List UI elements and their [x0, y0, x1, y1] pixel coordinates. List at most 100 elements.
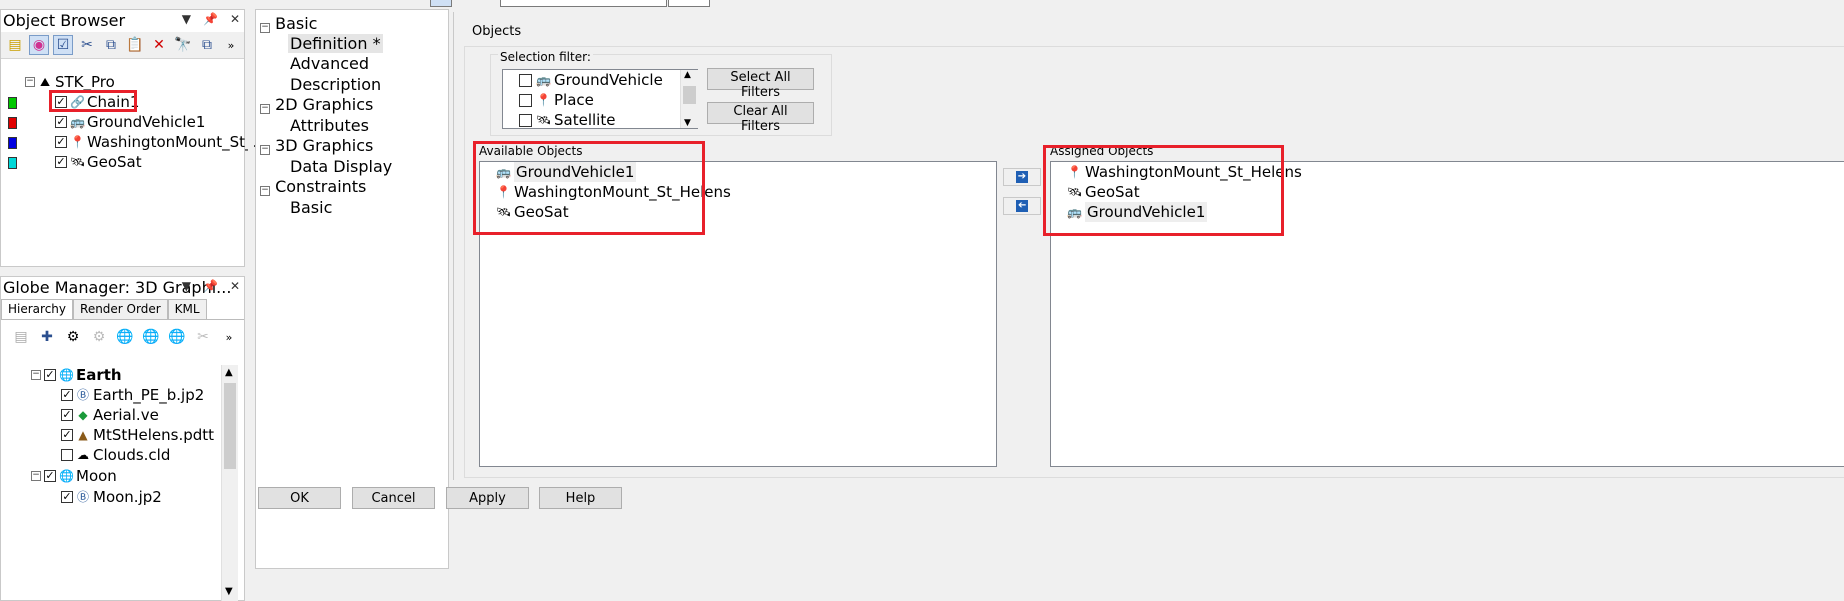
- checkbox[interactable]: ✓: [61, 491, 73, 503]
- checkbox[interactable]: ✓: [61, 429, 73, 441]
- dropdown-icon[interactable]: ▼: [182, 279, 191, 293]
- tab-render-order[interactable]: Render Order: [73, 299, 168, 319]
- scroll-thumb[interactable]: [224, 383, 236, 469]
- tree-item-earth[interactable]: − ✓ 🌐 Earth: [31, 365, 122, 385]
- available-objects-list[interactable]: 🚌 GroundVehicle1 📍 WashingtonMount_St_He…: [479, 161, 997, 467]
- checkbox[interactable]: ✓: [55, 96, 67, 108]
- scroll-thumb[interactable]: [683, 86, 696, 104]
- pin-icon[interactable]: 📌: [203, 12, 218, 26]
- tree-node-description[interactable]: Description: [290, 75, 381, 95]
- properties-icon[interactable]: ⧉: [197, 35, 217, 55]
- filter-item-satellite[interactable]: 🛰 Satellite: [519, 110, 615, 130]
- globe-add-icon[interactable]: 🌐: [167, 327, 187, 347]
- tab-hierarchy[interactable]: Hierarchy: [1, 299, 74, 319]
- select-all-filters-button[interactable]: Select All Filters: [707, 68, 814, 100]
- filter-scrollbar[interactable]: ▲ ▼: [680, 70, 698, 128]
- scroll-up-icon[interactable]: ▲: [684, 70, 691, 80]
- checkbox[interactable]: [61, 449, 73, 461]
- check-icon[interactable]: ☑: [53, 35, 73, 55]
- add-globe-icon[interactable]: 🌐: [115, 327, 135, 347]
- ok-button[interactable]: OK: [258, 487, 341, 509]
- help-button[interactable]: Help: [539, 487, 622, 509]
- globe-layers-icon[interactable]: 🌐: [141, 327, 161, 347]
- tree-item-groundvehicle1[interactable]: ✓ 🚌 GroundVehicle1: [55, 112, 205, 132]
- collapse-icon[interactable]: −: [31, 370, 41, 380]
- tree-node-attributes[interactable]: Attributes: [290, 116, 369, 136]
- checkbox[interactable]: [519, 73, 532, 87]
- tree-node-3d-graphics[interactable]: − 3D Graphics: [260, 136, 373, 156]
- collapse-icon[interactable]: −: [25, 77, 35, 87]
- tree-node-data-display[interactable]: Data Display: [290, 157, 392, 177]
- assigned-objects-list[interactable]: 📍 WashingtonMount_St_Helens 🛰 GeoSat 🚌 G…: [1050, 161, 1844, 467]
- scrollbar[interactable]: ▲ ▼: [221, 365, 238, 601]
- assign-button[interactable]: ➔: [1003, 168, 1041, 186]
- list-item[interactable]: 📍 WashingtonMount_St_Helens: [496, 182, 731, 202]
- tab-kml[interactable]: KML: [167, 299, 207, 319]
- new-object-icon[interactable]: ▤: [5, 35, 25, 55]
- checkbox[interactable]: ✓: [55, 156, 67, 168]
- tree-item-mtsthelens[interactable]: ✓ ▲ MtStHelens.pdtt: [61, 425, 214, 445]
- dropdown-icon[interactable]: ▼: [182, 12, 191, 26]
- checkbox[interactable]: ✓: [44, 369, 56, 381]
- tree-node-advanced[interactable]: Advanced: [290, 54, 369, 74]
- tree-node-2d-graphics[interactable]: − 2D Graphics: [260, 95, 373, 115]
- add-layer-icon[interactable]: ✚: [37, 327, 57, 347]
- color-wheel-icon[interactable]: ◉: [29, 35, 49, 55]
- tree-item-chain1[interactable]: ✓ 🔗 Chain1: [55, 92, 139, 112]
- list-item[interactable]: 🛰 GeoSat: [496, 202, 569, 222]
- checkbox[interactable]: ✓: [61, 409, 73, 421]
- tree-node-constraints-basic[interactable]: Basic: [290, 198, 332, 218]
- tree-item-earth-pe[interactable]: ✓ Ⓑ Earth_PE_b.jp2: [61, 385, 204, 405]
- color-swatch[interactable]: [8, 157, 17, 169]
- collapse-icon[interactable]: −: [31, 471, 41, 481]
- color-swatch[interactable]: [8, 137, 17, 149]
- checkbox[interactable]: ✓: [55, 136, 67, 148]
- tree-item-aerial[interactable]: ✓ ◆ Aerial.ve: [61, 405, 159, 425]
- close-icon[interactable]: ✕: [230, 279, 240, 293]
- delete-icon[interactable]: ✕: [149, 35, 169, 55]
- cut-icon[interactable]: ✂: [77, 35, 97, 55]
- checkbox[interactable]: ✓: [55, 116, 67, 128]
- tree-node-constraints[interactable]: − Constraints: [260, 177, 366, 197]
- tree-node-basic[interactable]: − Basic: [260, 14, 317, 34]
- checkbox[interactable]: ✓: [61, 389, 73, 401]
- paste-icon[interactable]: 📋: [125, 35, 145, 55]
- list-item[interactable]: 📍 WashingtonMount_St_Helens: [1067, 162, 1302, 182]
- copy-icon[interactable]: ⧉: [101, 35, 121, 55]
- tree-item-clouds[interactable]: ☁ Clouds.cld: [61, 445, 170, 465]
- tree-item-moon[interactable]: − ✓ 🌐 Moon: [31, 466, 117, 486]
- unassign-button[interactable]: ➔: [1003, 197, 1041, 215]
- tree-node-definition[interactable]: Definition *: [288, 34, 383, 54]
- overflow-icon[interactable]: »: [221, 35, 241, 55]
- filter-item-place[interactable]: 📍 Place: [519, 90, 594, 110]
- find-icon[interactable]: 🔭: [173, 35, 193, 55]
- splitter[interactable]: [248, 9, 254, 601]
- tree-item-geosat[interactable]: ✓ 🛰 GeoSat: [55, 152, 142, 172]
- clear-all-filters-button[interactable]: Clear All Filters: [707, 102, 814, 134]
- checkbox[interactable]: [519, 113, 532, 127]
- filter-item-groundvehicle[interactable]: 🚌 GroundVehicle: [519, 70, 663, 90]
- tree-item-washingtonmount[interactable]: ✓ 📍 WashingtonMount_St_...: [55, 132, 267, 152]
- pin-icon[interactable]: 📌: [203, 279, 218, 293]
- checkbox[interactable]: [519, 93, 532, 107]
- selection-filter-list[interactable]: 🚌 GroundVehicle 📍 Place 🛰 Satellite ▲ ▼: [502, 69, 698, 129]
- color-swatch[interactable]: [8, 97, 17, 109]
- cancel-button[interactable]: Cancel: [352, 487, 435, 509]
- tree-item-moon-jp2[interactable]: ✓ Ⓑ Moon.jp2: [61, 487, 162, 507]
- layer-properties-icon[interactable]: ▤: [11, 327, 31, 347]
- list-item[interactable]: 🛰 GeoSat: [1067, 182, 1140, 202]
- globe-disabled-icon[interactable]: ⚙: [89, 327, 109, 347]
- close-icon[interactable]: ✕: [230, 12, 240, 26]
- checkbox[interactable]: ✓: [44, 470, 56, 482]
- scroll-up-icon[interactable]: ▲: [225, 367, 233, 378]
- color-swatch[interactable]: [8, 117, 17, 129]
- cut-icon[interactable]: ✂: [193, 327, 213, 347]
- globe-settings-icon[interactable]: ⚙: [63, 327, 83, 347]
- apply-button[interactable]: Apply: [446, 487, 529, 509]
- tree-item-scenario[interactable]: − ⛰ STK_Pro: [25, 72, 115, 92]
- scroll-down-icon[interactable]: ▼: [684, 118, 691, 128]
- overflow-icon[interactable]: »: [219, 327, 239, 347]
- list-item[interactable]: 🚌 GroundVehicle1: [496, 162, 637, 182]
- scroll-down-icon[interactable]: ▼: [225, 586, 233, 597]
- list-item[interactable]: 🚌 GroundVehicle1: [1067, 202, 1208, 222]
